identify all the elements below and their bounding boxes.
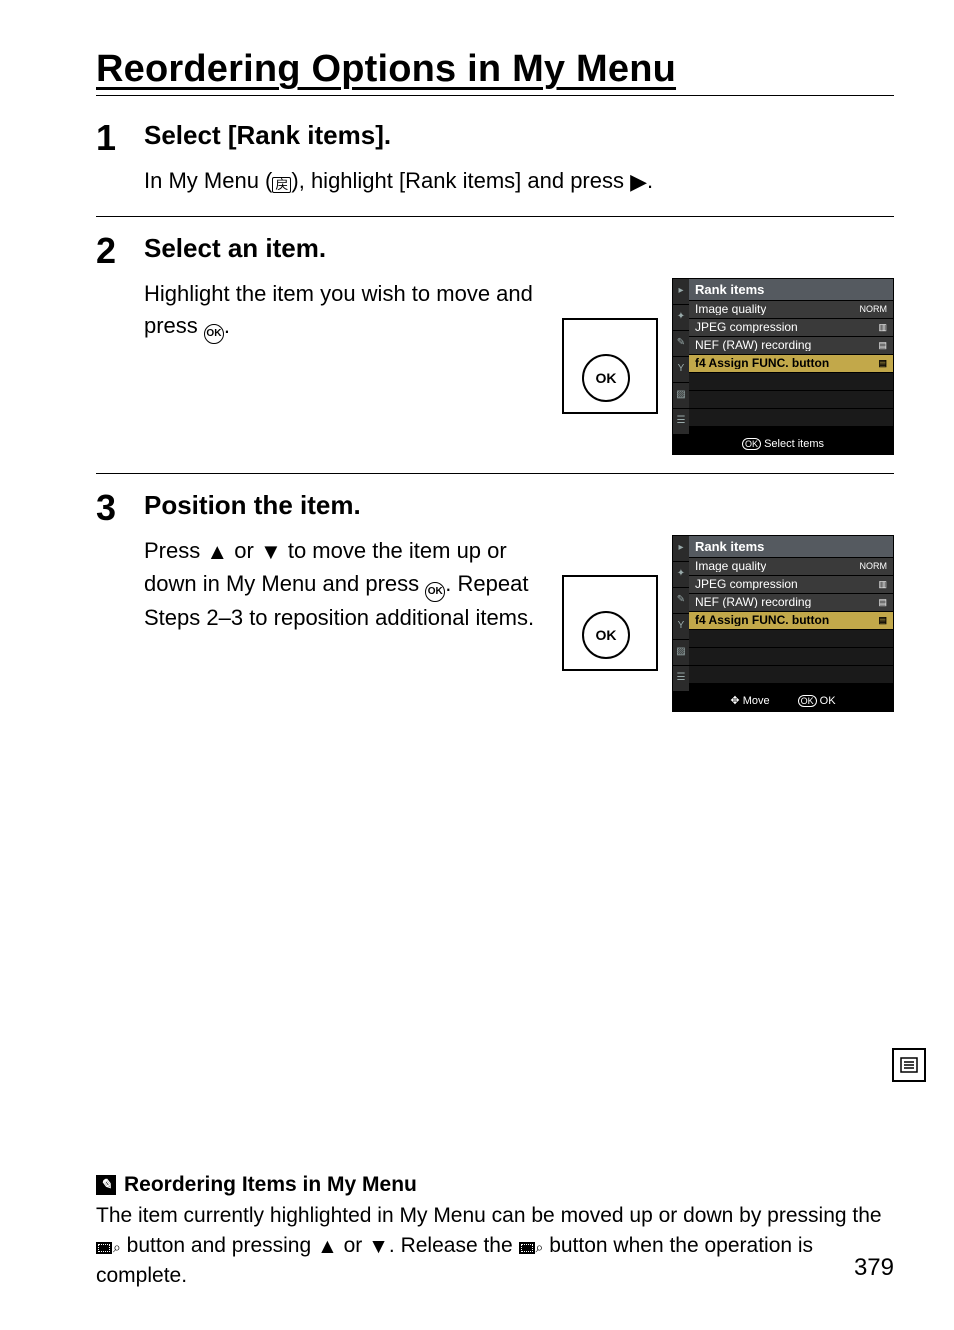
lcd-row-value: ▤ (878, 359, 887, 368)
thumbnail-zoom-icon: ⌕ (519, 1238, 544, 1258)
step-heading: Select an item. (144, 233, 894, 264)
lcd-footer-left: ✥ Move (730, 696, 769, 707)
lcd-header: Rank items (689, 536, 893, 558)
lcd-footer: OK Select items (742, 439, 824, 450)
lcd-tab-icon: ✦ (673, 305, 689, 331)
text: Press (144, 538, 206, 563)
step-paragraph: Press ▲ or ▼ to move the item up or down… (144, 535, 544, 634)
note-body: The item currently highlighted in My Men… (96, 1201, 894, 1290)
text: Highlight the item you wish to move and … (144, 281, 533, 338)
lcd-tab-icon: ▸ (673, 279, 689, 305)
step-heading: Position the item. (144, 490, 894, 521)
lcd-tab-icon: ✎ (673, 588, 689, 614)
step-paragraph: Highlight the item you wish to move and … (144, 278, 544, 344)
lcd-row-label: NEF (RAW) recording (695, 596, 811, 608)
text: In My Menu ( (144, 168, 272, 193)
note-heading: Reordering Items in My Menu (124, 1170, 417, 1199)
lcd-row-label: NEF (RAW) recording (695, 339, 811, 351)
page-title: Reordering Options in My Menu (96, 48, 894, 96)
step-number: 3 (96, 488, 122, 712)
pencil-icon: ✎ (96, 1175, 116, 1195)
text: . Release the (389, 1234, 519, 1257)
lcd-tab-icon: ✎ (673, 331, 689, 357)
text: or (228, 538, 260, 563)
lcd-row-value: ▤ (878, 598, 887, 607)
up-triangle-icon: ▲ (317, 1232, 338, 1261)
ok-dial-illustration: OK (562, 318, 658, 414)
lcd-row-label: JPEG compression (695, 321, 798, 333)
lcd-tab-icon: ✦ (673, 562, 689, 588)
step-number: 2 (96, 231, 122, 455)
up-triangle-icon: ▲ (206, 536, 228, 568)
page-number: 379 (854, 1254, 894, 1282)
text: ), highlight [Rank items] and press (291, 168, 630, 193)
lcd-tab-icon: ☰ (673, 666, 689, 692)
lcd-row-value: NORM (860, 305, 888, 314)
lcd-row-value: NORM (860, 562, 888, 571)
step-3: 3 Position the item. Press ▲ or ▼ to mov… (96, 474, 894, 730)
lcd-tab-icon: ▸ (673, 536, 689, 562)
down-triangle-icon: ▼ (260, 536, 282, 568)
lcd-tab-icon: ☰ (673, 409, 689, 435)
lcd-footer-right: OK OK (798, 696, 836, 707)
mymenu-icon: 戻 (272, 177, 291, 193)
note-box: ✎ Reordering Items in My Menu The item c… (96, 1170, 894, 1291)
lcd-row-value: ▤ (878, 616, 887, 625)
lcd-tab-icon: Y (673, 357, 689, 383)
lcd-row-value: ▥ (878, 580, 887, 589)
step-2: 2 Select an item. Highlight the item you… (96, 217, 894, 474)
text: or (338, 1234, 368, 1257)
ok-icon: OK (425, 582, 445, 602)
lcd-row-label: f4 Assign FUNC. button (695, 614, 829, 626)
lcd-header: Rank items (689, 279, 893, 301)
text: button and pressing (121, 1234, 317, 1257)
lcd-tab-icon: ▨ (673, 383, 689, 409)
lcd-row-value: ▤ (878, 341, 887, 350)
lcd-row-label: JPEG compression (695, 578, 798, 590)
lcd-row-label: Image quality (695, 303, 766, 315)
lcd-row-value: ▥ (878, 323, 887, 332)
camera-lcd-screenshot: ▸ ✦ ✎ Y ▨ ☰ Rank items Image quality NORM… (672, 535, 894, 712)
ok-icon: OK (204, 324, 224, 344)
right-triangle-icon: ▶ (630, 166, 647, 198)
step-heading: Select [Rank items]. (144, 120, 894, 151)
step-1: 1 Select [Rank items]. In My Menu (戻), h… (96, 104, 894, 217)
lcd-tab-icon: ▨ (673, 640, 689, 666)
camera-lcd-screenshot: ▸ ✦ ✎ Y ▨ ☰ Rank items Image quality NORM… (672, 278, 894, 455)
down-triangle-icon: ▼ (368, 1232, 389, 1261)
step-paragraph: In My Menu (戻), highlight [Rank items] a… (144, 165, 894, 198)
section-tab-icon (892, 1048, 926, 1082)
lcd-row-label: f4 Assign FUNC. button (695, 357, 829, 369)
lcd-tab-icon: Y (673, 614, 689, 640)
ok-dial-illustration: OK (562, 575, 658, 671)
text: . (647, 168, 653, 193)
text: The item currently highlighted in My Men… (96, 1204, 882, 1227)
thumbnail-zoom-icon: ⌕ (96, 1238, 121, 1258)
step-number: 1 (96, 118, 122, 198)
text: . (224, 313, 230, 338)
lcd-row-label: Image quality (695, 560, 766, 572)
